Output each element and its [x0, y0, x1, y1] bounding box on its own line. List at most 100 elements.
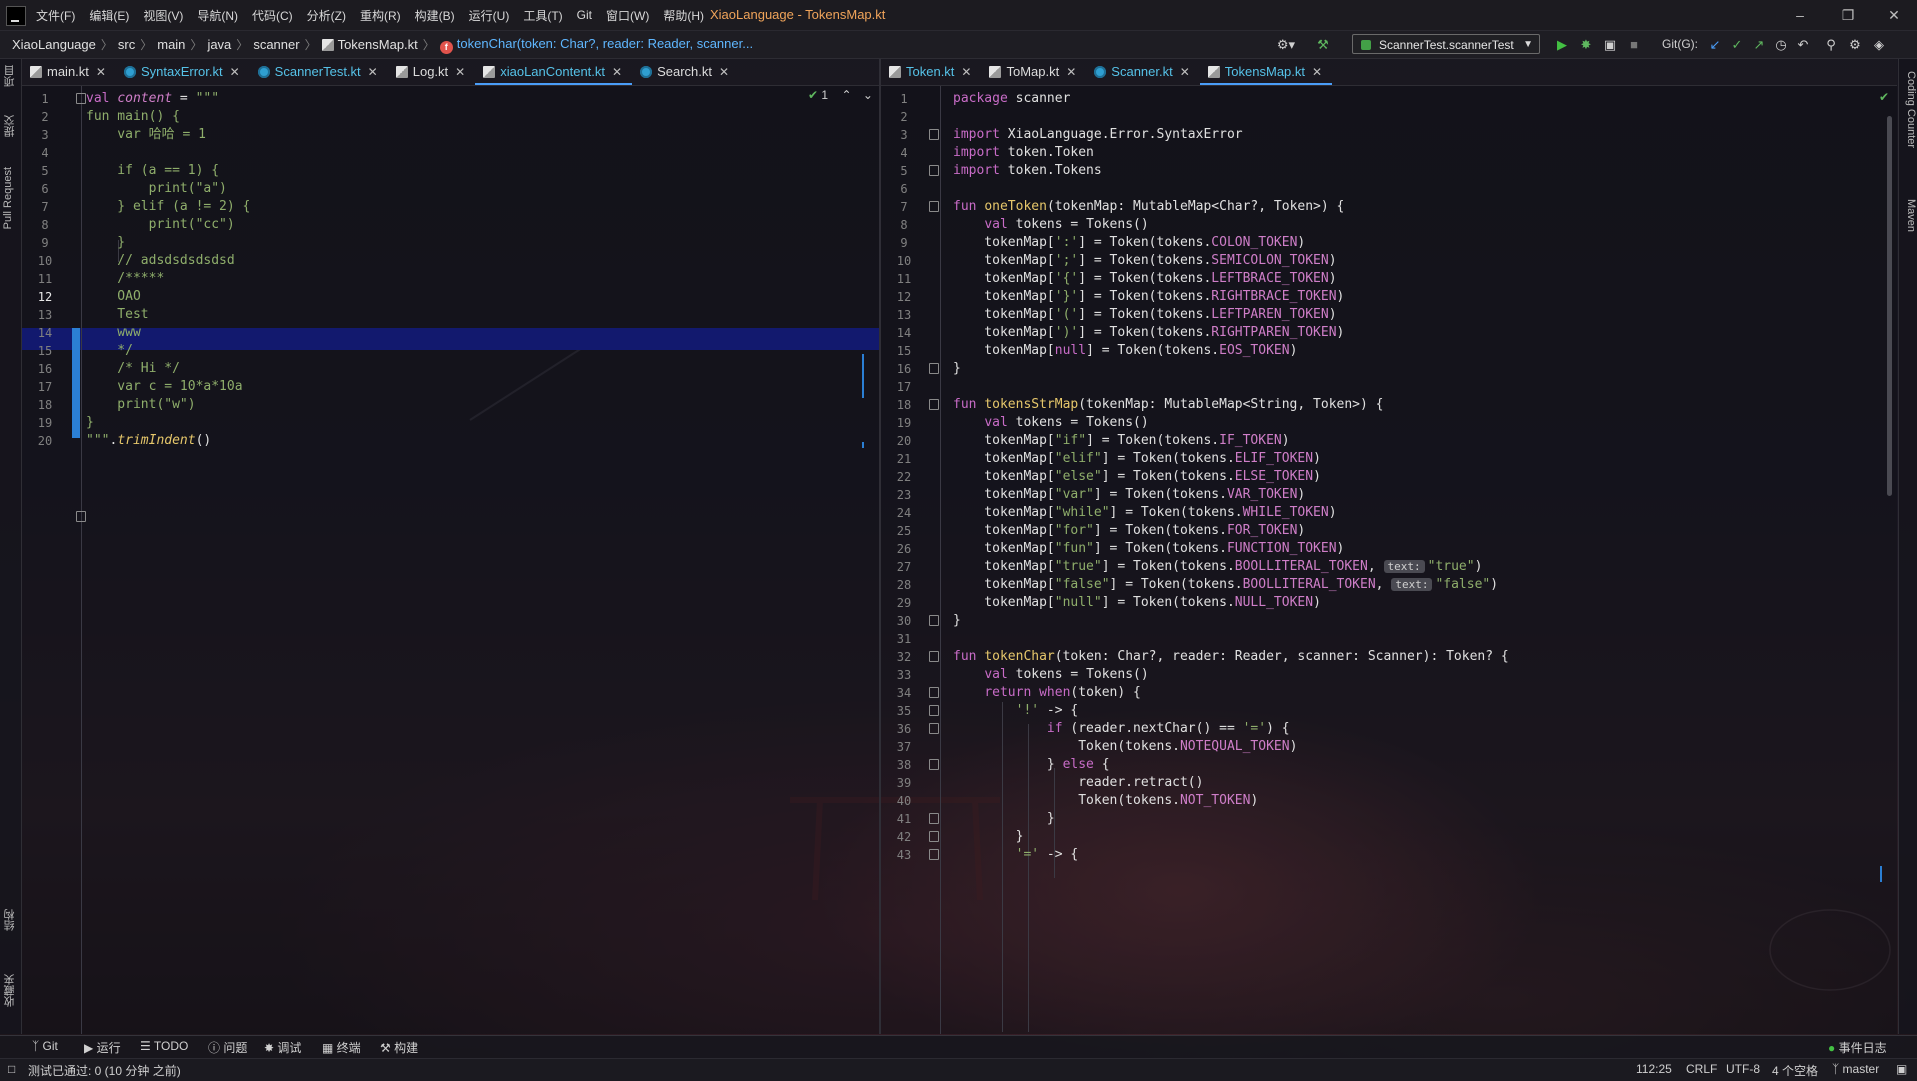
menu-item[interactable]: 帮助(H)	[663, 7, 704, 24]
rollback-icon[interactable]: ↶	[1794, 35, 1812, 54]
maven-tool-button[interactable]: Maven	[1901, 199, 1917, 232]
event-log-button[interactable]: ● 事件日志	[1828, 1039, 1887, 1056]
breadcrumb-item[interactable]: scanner	[253, 37, 299, 52]
editor-tab[interactable]: main.kt ✕	[22, 59, 116, 85]
fold-marker-icon[interactable]	[929, 165, 939, 176]
project-tool-button[interactable]: 项目	[2, 65, 18, 87]
menu-item[interactable]: Git	[577, 8, 592, 22]
menu-item[interactable]: 文件(F)	[36, 7, 75, 24]
minimize-icon[interactable]: –	[1786, 4, 1814, 26]
menu-item[interactable]: 工具(T)	[523, 7, 562, 24]
close-tab-icon[interactable]: ✕	[230, 65, 240, 79]
fold-marker-icon[interactable]	[929, 129, 939, 140]
fold-marker-icon[interactable]	[929, 201, 939, 212]
git-update-icon[interactable]: ↙	[1706, 35, 1724, 54]
breadcrumb-item[interactable]: src	[118, 37, 135, 52]
code-line[interactable]: '=' -> {	[953, 844, 1079, 866]
close-tab-icon[interactable]: ✕	[961, 65, 971, 79]
inspection-widget[interactable]: ✔ 1 ⌃ ⌄	[808, 88, 873, 106]
user-icon[interactable]: ⚙▾	[1272, 35, 1300, 54]
menu-item[interactable]: 分析(Z)	[307, 7, 346, 24]
git-branch-selector[interactable]: ᛉ master	[1832, 1062, 1879, 1076]
run-icon[interactable]: ▶	[1552, 35, 1572, 54]
debug-icon[interactable]: ✸	[1576, 35, 1596, 54]
build-hammer-icon[interactable]: ⚒	[1312, 35, 1334, 54]
fold-marker-icon[interactable]	[76, 93, 86, 104]
menu-item[interactable]: 构建(B)	[415, 7, 455, 24]
code-line[interactable]: tokenMap[null] = Token(tokens.EOS_TOKEN)	[953, 340, 1297, 362]
coverage-icon[interactable]: ▣	[1600, 35, 1620, 54]
breadcrumb-item[interactable]: main	[157, 37, 185, 52]
breadcrumb-item[interactable]: XiaoLanguage	[12, 37, 96, 52]
code-line[interactable]: package scanner	[953, 88, 1070, 110]
editor-tab[interactable]: xiaoLanContent.kt ✕	[475, 59, 633, 85]
editor-tab[interactable]: Token.kt ✕	[881, 59, 981, 85]
editor-tab[interactable]: Log.kt ✕	[388, 59, 475, 85]
stop-icon[interactable]: ■	[1624, 35, 1644, 54]
encoding-selector[interactable]: UTF-8	[1726, 1062, 1760, 1076]
status-message[interactable]: 测试已通过: 0 (10 分钟 之前)	[28, 1062, 181, 1079]
intellij-logo-icon[interactable]	[6, 6, 26, 26]
plugin-icon[interactable]: ◈	[1870, 35, 1888, 54]
left-code-editor[interactable]: 1 2 3 4 5 6 7 8 9 10 11 12 13 14 15 16 17 18 19 20 val cont…	[22, 86, 879, 1034]
lock-icon[interactable]: ▣	[1896, 1062, 1907, 1076]
build-tool-button[interactable]: ⚒ 构建	[380, 1039, 418, 1056]
fold-marker-icon[interactable]	[929, 651, 939, 662]
terminal-tool-button[interactable]: ▦ 终端	[322, 1039, 361, 1056]
indent-selector[interactable]: 4 个空格	[1772, 1062, 1818, 1079]
menu-item[interactable]: 运行(U)	[469, 7, 510, 24]
menu-item[interactable]: 导航(N)	[197, 7, 238, 24]
close-tab-icon[interactable]: ✕	[612, 65, 622, 79]
fold-marker-icon[interactable]	[929, 363, 939, 374]
fold-marker-icon[interactable]	[76, 511, 86, 522]
menu-item[interactable]: 重构(R)	[360, 7, 401, 24]
right-code-editor[interactable]: 1 2 3 4 5 6 7 8 9 10 11 12 13 14 15 16 17 18 19 20 21 22 23 24 2…	[881, 86, 1897, 1034]
fold-marker-icon[interactable]	[929, 615, 939, 626]
fold-marker-icon[interactable]	[929, 831, 939, 842]
close-tab-icon[interactable]: ✕	[368, 65, 378, 79]
structure-tool-button[interactable]: 结构	[2, 909, 18, 931]
close-tab-icon[interactable]: ✕	[719, 65, 729, 79]
close-window-icon[interactable]: ✕	[1880, 4, 1908, 26]
editor-tab[interactable]: ToMap.kt ✕	[981, 59, 1086, 85]
fold-marker-icon[interactable]	[929, 813, 939, 824]
editor-tab[interactable]: TokensMap.kt ✕	[1199, 59, 1333, 85]
breadcrumb-item[interactable]: TokensMap.kt	[321, 37, 418, 52]
commit-tool-button[interactable]: 提交	[2, 115, 18, 137]
pull-request-tool-button[interactable]: Pull Request	[2, 167, 18, 229]
git-push-icon[interactable]: ↗	[1750, 35, 1768, 54]
fold-marker-icon[interactable]	[929, 687, 939, 698]
editor-tab[interactable]: ScannerTest.kt ✕	[250, 59, 388, 85]
code-line[interactable]: }	[953, 358, 961, 380]
close-tab-icon[interactable]: ✕	[1066, 65, 1076, 79]
git-commit-icon[interactable]: ✓	[1728, 35, 1746, 54]
menu-item[interactable]: 代码(C)	[252, 7, 293, 24]
close-tab-icon[interactable]: ✕	[96, 65, 106, 79]
chevron-down-icon[interactable]: ⌄	[863, 88, 873, 102]
fold-marker-icon[interactable]	[929, 759, 939, 770]
chevron-up-icon[interactable]: ⌃	[841, 88, 851, 102]
restore-icon[interactable]: ❐	[1834, 4, 1862, 26]
menu-item[interactable]: 窗口(W)	[606, 7, 649, 24]
run-configuration-select[interactable]: ScannerTest.scannerTest ▼	[1352, 34, 1540, 54]
editor-tab[interactable]: SyntaxError.kt ✕	[116, 59, 250, 85]
code-line[interactable]: }	[953, 610, 961, 632]
fold-marker-icon[interactable]	[929, 723, 939, 734]
problems-tool-button[interactable]: ⓘ 问题	[208, 1039, 247, 1056]
menu-item[interactable]: 视图(V)	[143, 7, 183, 24]
close-tab-icon[interactable]: ✕	[455, 65, 465, 79]
history-icon[interactable]: ◷	[1772, 35, 1790, 54]
menu-item[interactable]: 编辑(E)	[89, 7, 129, 24]
debug-tool-button[interactable]: ✸ 调试	[264, 1039, 301, 1056]
close-tab-icon[interactable]: ✕	[1312, 65, 1322, 79]
search-icon[interactable]: ⚲	[1822, 35, 1840, 54]
breadcrumb-item[interactable]: java	[207, 37, 231, 52]
git-tool-button[interactable]: ᛉ Git	[32, 1039, 58, 1053]
fold-marker-icon[interactable]	[929, 705, 939, 716]
code-line[interactable]: print("w")	[86, 394, 195, 416]
fold-marker-icon[interactable]	[929, 399, 939, 410]
line-ending-selector[interactable]: CRLF	[1686, 1062, 1717, 1076]
breadcrumb-function[interactable]: f tokenChar(token: Char?, reader: Reader,…	[439, 36, 753, 54]
code-line[interactable]: tokenMap["null"] = Token(tokens.NULL_TOK…	[953, 592, 1321, 614]
close-tab-icon[interactable]: ✕	[1180, 65, 1190, 79]
